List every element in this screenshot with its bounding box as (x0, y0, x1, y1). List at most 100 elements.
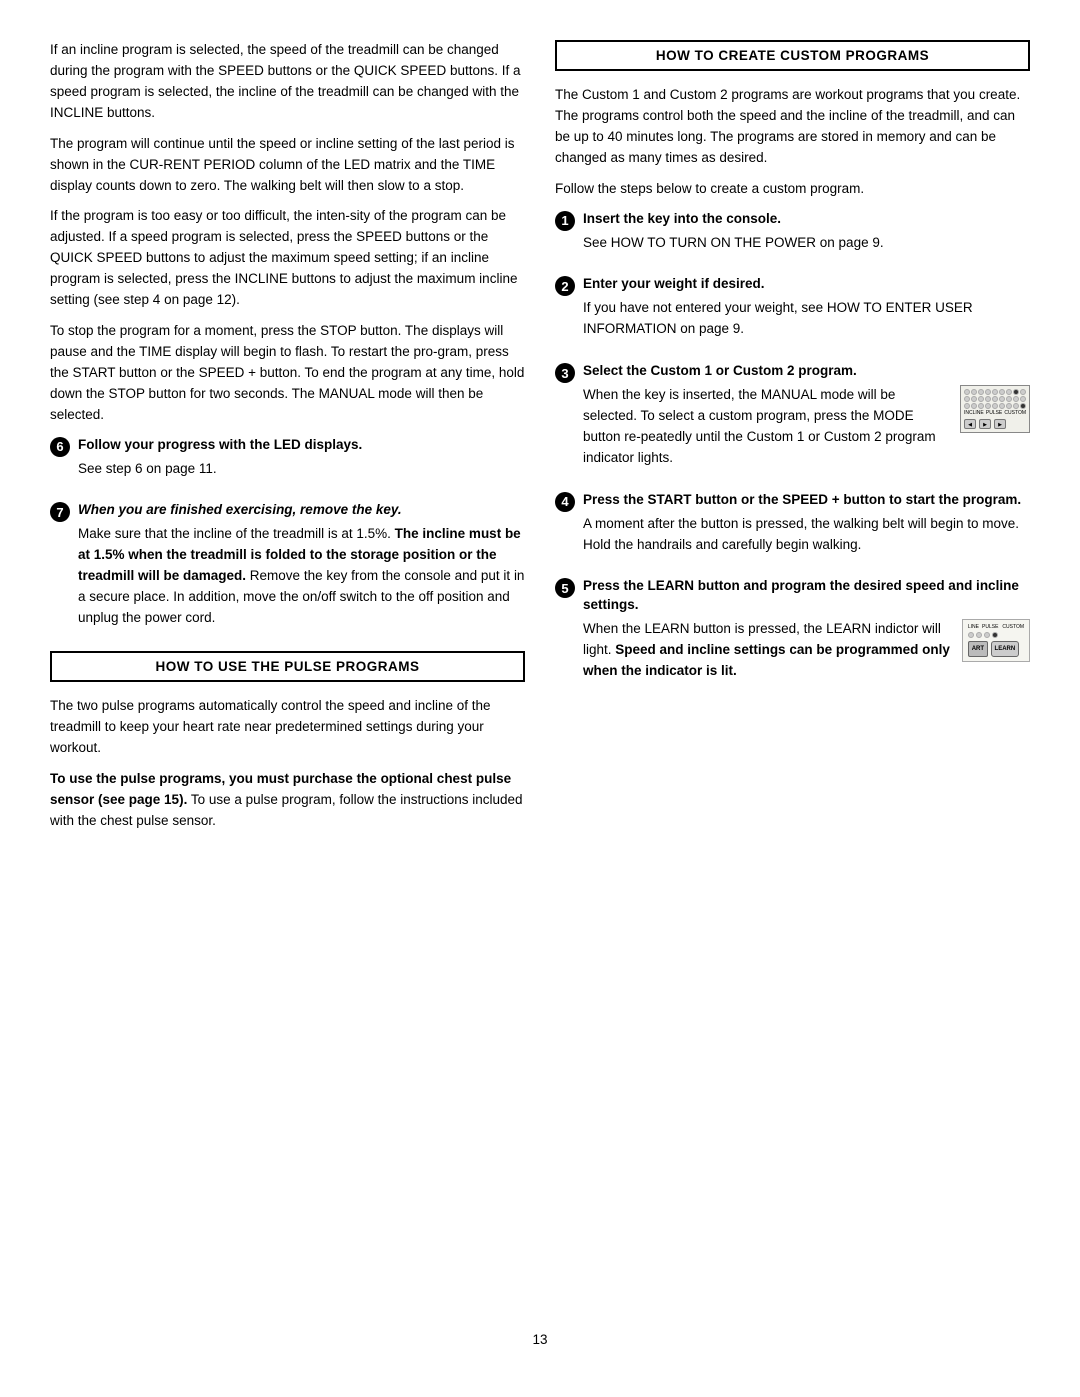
dot (964, 403, 970, 409)
step-5-content: Press the LEARN button and program the d… (583, 577, 1030, 692)
left-para1: If an incline program is selected, the s… (50, 40, 525, 124)
dot (992, 632, 998, 638)
dot (971, 389, 977, 395)
step-7-title: When you are finished exercising, remove… (78, 501, 525, 520)
custom-section-box: HOW TO CREATE CUSTOM PROGRAMS (555, 40, 1030, 71)
dot (964, 396, 970, 402)
step-5-body1: When the LEARN button is pressed, the LE… (583, 619, 952, 682)
step-6-content: Follow your progress with the LED displa… (78, 436, 525, 490)
dot (999, 389, 1005, 395)
step-5-block: 5 Press the LEARN button and program the… (555, 577, 1030, 692)
dot (1013, 389, 1019, 395)
step-2-content: Enter your weight if desired. If you hav… (583, 275, 1030, 350)
dot (992, 389, 998, 395)
dot (1013, 396, 1019, 402)
step-5-text: When the LEARN button is pressed, the LE… (583, 619, 952, 692)
step-2-sub: If you have not entered your weight, see… (583, 298, 1030, 340)
step-6-sub: See step 6 on page 11. (78, 459, 525, 480)
two-column-layout: If an incline program is selected, the s… (50, 40, 1030, 1302)
step-2-title: Enter your weight if desired. (583, 275, 1030, 294)
left-para2: The program will continue until the spee… (50, 134, 525, 197)
led-row-1 (964, 389, 1026, 395)
step-4-content: Press the START button or the SPEED + bu… (583, 491, 1030, 566)
left-column: If an incline program is selected, the s… (50, 40, 525, 1302)
led-bottom-row: ◀ ▶ ▶ (964, 419, 1026, 429)
dot (978, 389, 984, 395)
dot (985, 396, 991, 402)
pulse-section-title: HOW TO USE THE PULSE PROGRAMS (155, 659, 419, 674)
led-label-custom: CUSTOM (1004, 410, 1026, 416)
dot (1020, 389, 1026, 395)
left-para3: If the program is too easy or too diffic… (50, 206, 525, 311)
learn-button: LEARN (991, 641, 1019, 657)
learn-panel-display: LINE PULSE CUSTOM (962, 619, 1030, 662)
step-3-number: 3 (555, 363, 575, 383)
step-1-content: Insert the key into the console. See HOW… (583, 210, 1030, 264)
dot (971, 396, 977, 402)
led-labels: INCLINE PULSE CUSTOM (964, 410, 1026, 416)
step-5-number: 5 (555, 578, 575, 598)
dot (1020, 403, 1026, 409)
custom-follow: Follow the steps below to create a custo… (555, 179, 1030, 200)
step-1-number: 1 (555, 211, 575, 231)
step-2-number: 2 (555, 276, 575, 296)
learn-buttons-row: ART LEARN (968, 641, 1024, 657)
step-3-block: 3 Select the Custom 1 or Custom 2 progra… (555, 362, 1030, 479)
dot (999, 396, 1005, 402)
custom-intro: The Custom 1 and Custom 2 programs are w… (555, 85, 1030, 169)
dot (985, 389, 991, 395)
step-3-text: When the key is inserted, the MANUAL mod… (583, 385, 950, 479)
start-button: ART (968, 641, 988, 657)
step-5-image: LINE PULSE CUSTOM (962, 619, 1030, 662)
pulse-para2: To use the pulse programs, you must purc… (50, 769, 525, 832)
step-7-body: Make sure that the incline of the treadm… (78, 524, 525, 629)
step-1-title: Insert the key into the console. (583, 210, 1030, 229)
step-3-image: INCLINE PULSE CUSTOM ◀ ▶ ▶ (960, 385, 1030, 433)
dot (971, 403, 977, 409)
learn-led-strip: LINE PULSE CUSTOM (968, 624, 1024, 630)
dot (992, 396, 998, 402)
dot (984, 632, 990, 638)
page-number: 13 (50, 1332, 1030, 1347)
step-4-block: 4 Press the START button or the SPEED + … (555, 491, 1030, 566)
step-2-block: 2 Enter your weight if desired. If you h… (555, 275, 1030, 350)
dot (992, 403, 998, 409)
step-5-bold: Speed and incline settings can be progra… (583, 642, 950, 678)
step-1-sub: See HOW TO TURN ON THE POWER on page 9. (583, 233, 1030, 254)
learn-pulse-label: PULSE (982, 624, 998, 630)
step-7-content: When you are finished exercising, remove… (78, 501, 525, 639)
dot (968, 632, 974, 638)
led-row-2 (964, 396, 1026, 402)
custom-section-title: HOW TO CREATE CUSTOM PROGRAMS (656, 48, 929, 63)
learn-custom-label: CUSTOM (1002, 624, 1024, 630)
dot (964, 389, 970, 395)
led-label-incline: INCLINE (964, 410, 984, 416)
dot (1020, 396, 1026, 402)
step-3-body: When the key is inserted, the MANUAL mod… (583, 385, 950, 469)
pulse-section-box: HOW TO USE THE PULSE PROGRAMS (50, 651, 525, 682)
step-4-body: A moment after the button is pressed, th… (583, 514, 1030, 556)
led-row-3 (964, 403, 1026, 409)
dot (985, 403, 991, 409)
step-4-number: 4 (555, 492, 575, 512)
left-para4: To stop the program for a moment, press … (50, 321, 525, 426)
right-column: HOW TO CREATE CUSTOM PROGRAMS The Custom… (555, 40, 1030, 1302)
step-3-content: Select the Custom 1 or Custom 2 program.… (583, 362, 1030, 479)
arrow-button-right: ▶ (979, 419, 991, 429)
step-7-bold: The incline must be at 1.5% when the tre… (78, 526, 521, 583)
learn-led-row (968, 632, 1024, 638)
dot (978, 396, 984, 402)
step-3-title: Select the Custom 1 or Custom 2 program. (583, 362, 1030, 381)
arrow-button-left: ◀ (964, 419, 976, 429)
step-4-title: Press the START button or the SPEED + bu… (583, 491, 1030, 510)
step-1-block: 1 Insert the key into the console. See H… (555, 210, 1030, 264)
step-5-title: Press the LEARN button and program the d… (583, 577, 1030, 615)
arrow-button-extra: ▶ (994, 419, 1006, 429)
step-6-block: 6 Follow your progress with the LED disp… (50, 436, 525, 490)
dot (1006, 396, 1012, 402)
page: If an incline program is selected, the s… (0, 0, 1080, 1397)
dot (1006, 389, 1012, 395)
step-7-number: 7 (50, 502, 70, 522)
dot (976, 632, 982, 638)
step-3-with-image: When the key is inserted, the MANUAL mod… (583, 385, 1030, 479)
